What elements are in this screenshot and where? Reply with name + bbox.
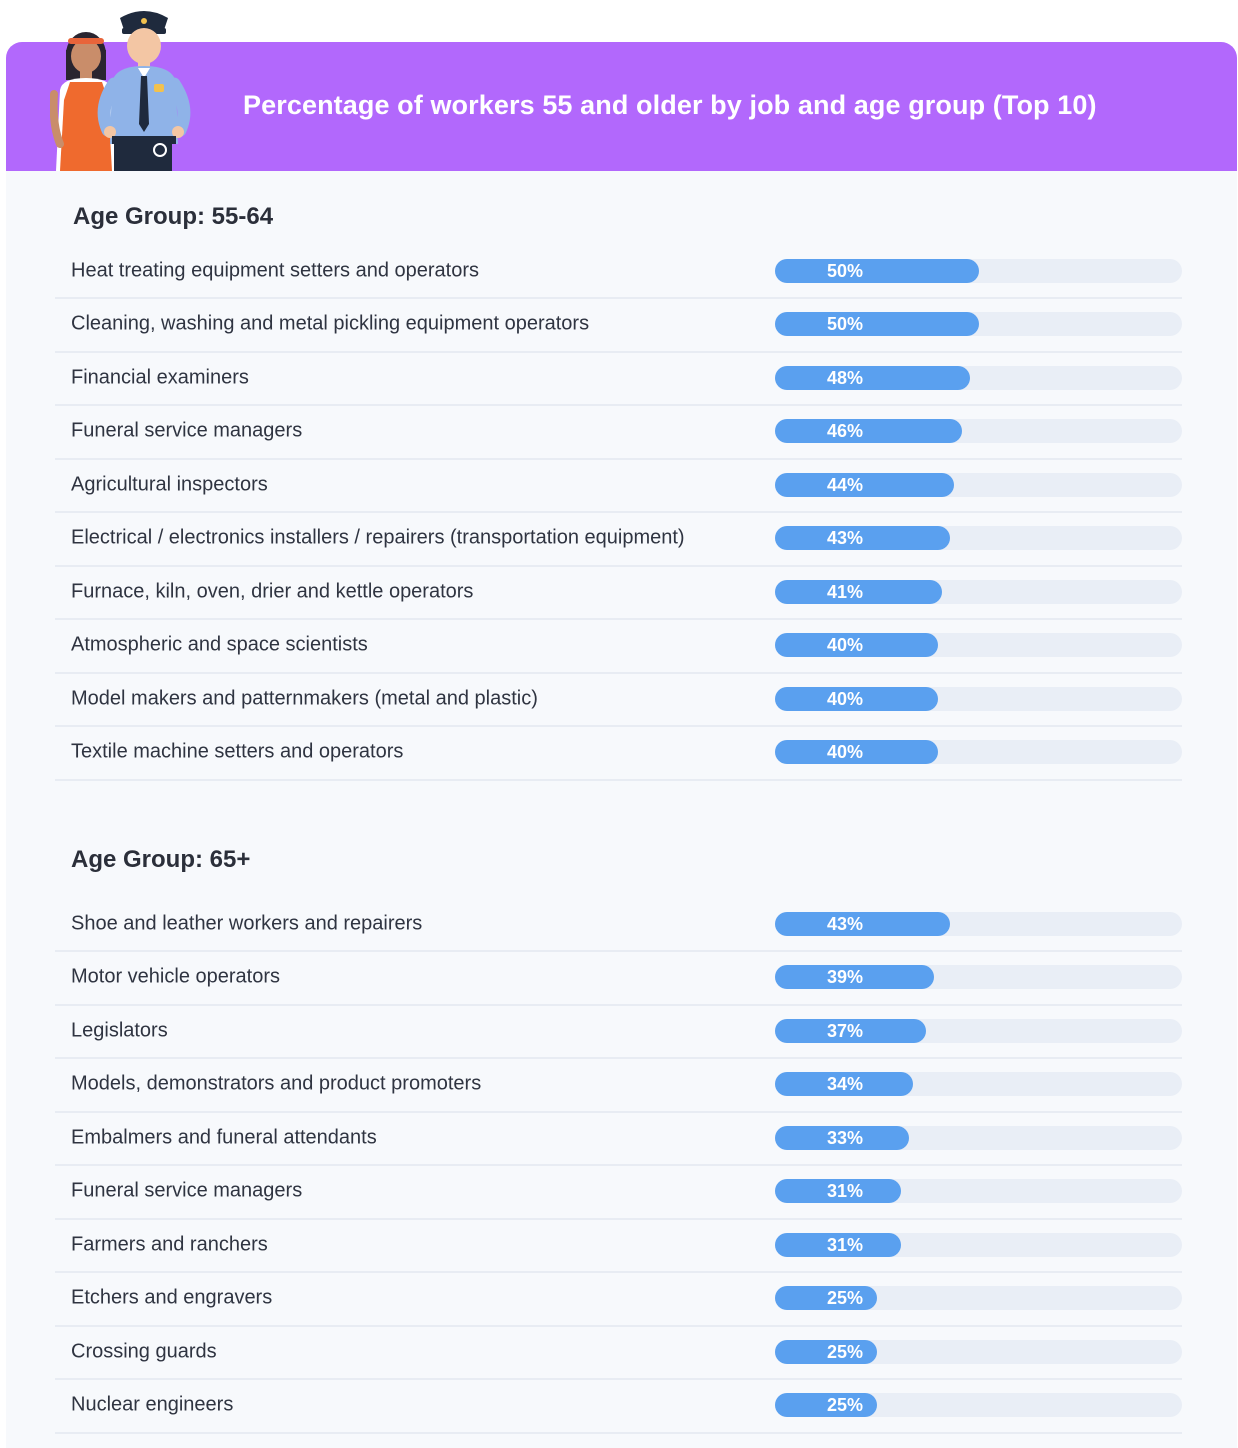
chart-title: Percentage of workers 55 and older by jo… (243, 90, 1097, 120)
data-label: 48% (826, 367, 864, 388)
bar-track: 41% (775, 579, 1182, 604)
category-label: Shoe and leather workers and repairers (71, 912, 423, 934)
category-label: Furnace, kiln, oven, drier and kettle op… (71, 580, 474, 602)
bar-row: Model makers and patternmakers (metal an… (55, 672, 1182, 727)
bar-track: 43% (775, 911, 1182, 936)
bar-track: 48% (775, 365, 1182, 390)
bar-track: 33% (775, 1125, 1182, 1150)
bar-track: 39% (775, 965, 1182, 989)
category-label: Textile machine setters and operators (71, 740, 404, 763)
category-label: Models, demonstrators and product promot… (71, 1072, 482, 1095)
bar-track: 31% (775, 1232, 1182, 1257)
bar-row: Agricultural inspectors 44% (55, 458, 1182, 513)
category-label: Atmospheric and space scientists (71, 633, 368, 656)
data-label: 44% (826, 474, 864, 495)
bar-row: Motor vehicle operators 39% (55, 951, 1182, 1006)
bar-row: Furnace, kiln, oven, drier and kettle op… (55, 565, 1182, 620)
category-label: Etchers and engravers (71, 1286, 273, 1309)
bar-track: 25% (775, 1286, 1182, 1310)
data-label: 43% (826, 913, 864, 934)
data-label: 31% (826, 1234, 864, 1255)
bar-row: Financial examiners 48% (55, 351, 1182, 406)
section-title-2: Age Group: 65+ (71, 846, 251, 873)
police-officer-icon (97, 11, 191, 171)
category-label: Funeral service managers (71, 1179, 303, 1202)
bar-row: Textile machine setters and operators 40% (55, 726, 1182, 781)
data-label: 46% (826, 421, 864, 441)
bar-row: Embalmers and funeral attendants 33% (55, 1111, 1182, 1166)
category-label: Embalmers and funeral attendants (71, 1126, 377, 1148)
category-label: Financial examiners (71, 366, 249, 388)
bar-row: Shoe and leather workers and repairers 43… (55, 897, 1182, 952)
bar-row: Funeral service managers 31% (55, 1165, 1182, 1220)
bar-track: 40% (775, 686, 1182, 711)
data-label: 50% (826, 260, 864, 281)
data-label: 43% (826, 528, 864, 548)
category-label: Funeral service managers (71, 419, 303, 442)
bar-track: 31% (775, 1179, 1182, 1203)
bar-track: 34% (775, 1072, 1182, 1096)
data-label: 41% (826, 581, 864, 602)
bar-row: Atmospheric and space scientists 40% (55, 619, 1182, 674)
bar-track: 40% (775, 633, 1182, 657)
category-label: Legislators (71, 1019, 168, 1041)
category-label: Heat treating equipment setters and oper… (71, 259, 480, 281)
data-label: 37% (826, 1020, 864, 1041)
bar-track: 43% (775, 526, 1182, 550)
data-label: 34% (826, 1074, 864, 1094)
bar-row: Electrical / electronics installers / re… (55, 512, 1182, 567)
category-label: Motor vehicle operators (71, 965, 280, 988)
section-title-1: Age Group: 55-64 (73, 203, 274, 230)
data-label: 50% (826, 314, 864, 334)
category-label: Model makers and patternmakers (metal an… (71, 687, 538, 709)
bar-row: Heat treating equipment setters and oper… (55, 244, 1182, 299)
workers-illustration (50, 11, 191, 171)
bar-track: 25% (775, 1339, 1182, 1364)
bar-row: Cleaning, washing and metal pickling equ… (55, 298, 1182, 353)
bar-row: Farmers and ranchers 31% (55, 1218, 1182, 1273)
data-label: 31% (826, 1181, 864, 1201)
category-label: Electrical / electronics installers / re… (71, 526, 685, 549)
bar-row: Funeral service managers 46% (55, 405, 1182, 460)
bar-row: Nuclear engineers 25% (55, 1379, 1182, 1434)
category-label: Cleaning, washing and metal pickling equ… (71, 312, 590, 335)
category-label: Farmers and ranchers (71, 1233, 268, 1255)
data-label: 25% (826, 1341, 864, 1362)
bar-track: 50% (775, 312, 1182, 336)
bar-row: Crossing guards 25% (55, 1325, 1182, 1380)
data-label: 25% (826, 1288, 864, 1308)
bar-track: 37% (775, 1018, 1182, 1043)
bar-row: Legislators 37% (55, 1004, 1182, 1059)
data-label: 39% (826, 967, 864, 987)
bar-track: 46% (775, 419, 1182, 443)
bar-row: Etchers and engravers 25% (55, 1272, 1182, 1327)
data-label: 33% (826, 1127, 864, 1148)
bar-row: Models, demonstrators and product promot… (55, 1058, 1182, 1113)
category-label: Nuclear engineers (71, 1393, 234, 1416)
data-label: 25% (826, 1395, 864, 1415)
bar-track: 40% (775, 740, 1182, 764)
data-label: 40% (826, 635, 864, 655)
bar-track: 25% (775, 1393, 1182, 1417)
bar-track: 50% (775, 258, 1182, 283)
bar-track: 44% (775, 472, 1182, 497)
data-label: 40% (826, 742, 864, 762)
data-label: 40% (826, 688, 864, 709)
category-label: Agricultural inspectors (71, 473, 268, 495)
category-label: Crossing guards (71, 1340, 217, 1362)
